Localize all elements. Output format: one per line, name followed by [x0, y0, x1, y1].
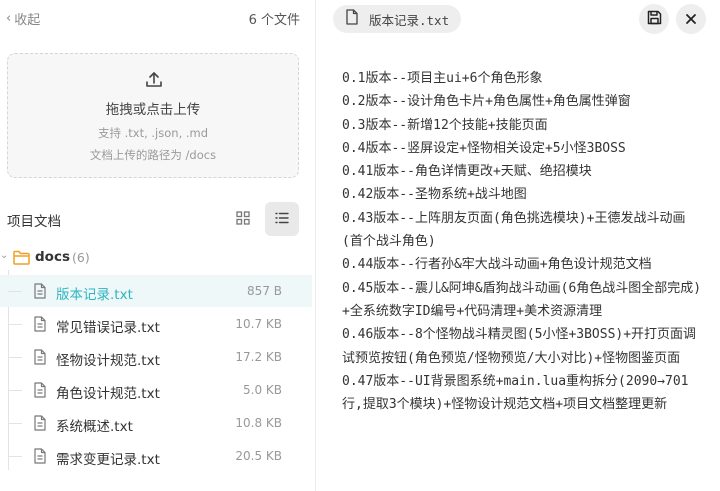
file-text-icon [33, 316, 47, 336]
upload-title: 拖拽或点击上传 [105, 102, 201, 118]
file-row[interactable]: 角色设计规范.txt 5.0 KB [0, 374, 312, 406]
file-text-icon [33, 283, 47, 303]
upload-icon [144, 70, 164, 94]
file-row[interactable]: 需求变更记录.txt 20.5 KB [0, 440, 312, 472]
tab-title: 版本记录.txt [369, 12, 450, 28]
file-size: 5.0 KB [243, 383, 282, 397]
file-size: 17.2 KB [235, 350, 282, 364]
file-name: 常见错误记录.txt [56, 320, 160, 336]
close-button[interactable] [676, 4, 706, 34]
grid-view-icon [236, 210, 250, 229]
collapse-label: 收起 [14, 13, 41, 28]
content-line: 0.2版本--设计角色卡片+角色属性+角色属性弹窗 [342, 94, 631, 110]
chevron-left-icon: ‹ [6, 11, 12, 26]
upload-dropzone[interactable]: 拖拽或点击上传 支持 .txt, .json, .md 文档上传的路径为 /do… [7, 53, 299, 178]
file-name: 版本记录.txt [56, 287, 133, 303]
folder-count: (6) [72, 250, 90, 265]
file-name: 怪物设计规范.txt [56, 353, 160, 369]
sidebar: ‹ 收起 6 个文件 拖拽或点击上传 支持 .txt, .json, .md 文… [0, 0, 316, 491]
file-text-icon [33, 349, 47, 369]
folder-name: docs [35, 249, 70, 265]
close-icon [685, 10, 697, 29]
file-name: 系统概述.txt [56, 419, 133, 435]
file-content[interactable]: 0.1版本--项目主ui+6个角色形象 0.2版本--设计角色卡片+角色属性+角… [342, 67, 704, 416]
file-text-icon [345, 9, 359, 29]
file-name: 角色设计规范.txt [56, 386, 160, 402]
content-line: 0.43版本--上阵朋友页面(角色挑选模块)+王德发战斗动画(首个战斗角色) [342, 210, 686, 250]
file-row[interactable]: 怪物设计规范.txt 17.2 KB [0, 341, 312, 373]
content-line: 0.41版本--角色详情更改+天赋、绝招模块 [342, 164, 592, 180]
file-count: 6 个文件 [248, 13, 300, 28]
file-tab[interactable]: 版本记录.txt [333, 5, 462, 33]
content-line: 0.46版本--8个怪物战斗精灵图(5小怪+3BOSS)+开打页面调试预览按钮(… [342, 327, 697, 366]
list-view-icon [275, 210, 289, 229]
file-size: 20.5 KB [235, 449, 282, 463]
grid-view-button[interactable] [226, 202, 260, 236]
sidebar-header: ‹ 收起 6 个文件 [0, 0, 316, 38]
content-line: 0.44版本--行者孙&牢大战斗动画+角色设计规范文档 [342, 257, 652, 273]
section-title: 项目文档 [7, 214, 61, 230]
file-size: 10.7 KB [235, 317, 282, 331]
file-text-icon [33, 382, 47, 402]
file-size: 857 B [247, 284, 282, 298]
file-text-icon [33, 448, 47, 468]
upload-hint-path: 文档上传的路径为 /docs [89, 148, 217, 162]
file-row[interactable]: 系统概述.txt 10.8 KB [0, 407, 312, 439]
content-line: 0.47版本--UI背景图系统+main.lua重构拆分(2090→701行,提… [342, 373, 689, 413]
content-line: 0.1版本--项目主ui+6个角色形象 [342, 71, 543, 86]
upload-hint-types: 支持 .txt, .json, .md [97, 126, 209, 140]
save-icon [647, 10, 662, 29]
folder-docs[interactable]: ⌄ docs (6) [0, 247, 316, 269]
file-row[interactable]: 常见错误记录.txt 10.7 KB [0, 308, 312, 340]
collapse-button[interactable]: ‹ 收起 [6, 9, 40, 28]
file-size: 10.8 KB [235, 416, 282, 430]
list-view-button[interactable] [265, 202, 299, 236]
chevron-down-icon: ⌄ [0, 250, 9, 261]
save-button[interactable] [639, 4, 669, 34]
file-name: 需求变更记录.txt [56, 452, 160, 468]
content-line: 0.3版本--新增12个技能+技能页面 [342, 117, 548, 133]
editor-panel: 版本记录.txt 0.1版本--项目主ui+6个角色形象 0.2版本--设计角色… [317, 0, 720, 491]
file-text-icon [33, 415, 47, 435]
content-line: 0.45版本--震儿&阿坤&盾狗战斗动画(6角色战斗图全部完成)+全系统数字ID… [342, 280, 702, 319]
folder-icon [13, 250, 30, 269]
content-line: 0.42版本--圣物系统+战斗地图 [342, 187, 527, 203]
file-row[interactable]: 版本记录.txt 857 B [0, 275, 312, 307]
content-line: 0.4版本--竖屏设定+怪物相关设定+5小怪3BOSS [342, 140, 626, 156]
